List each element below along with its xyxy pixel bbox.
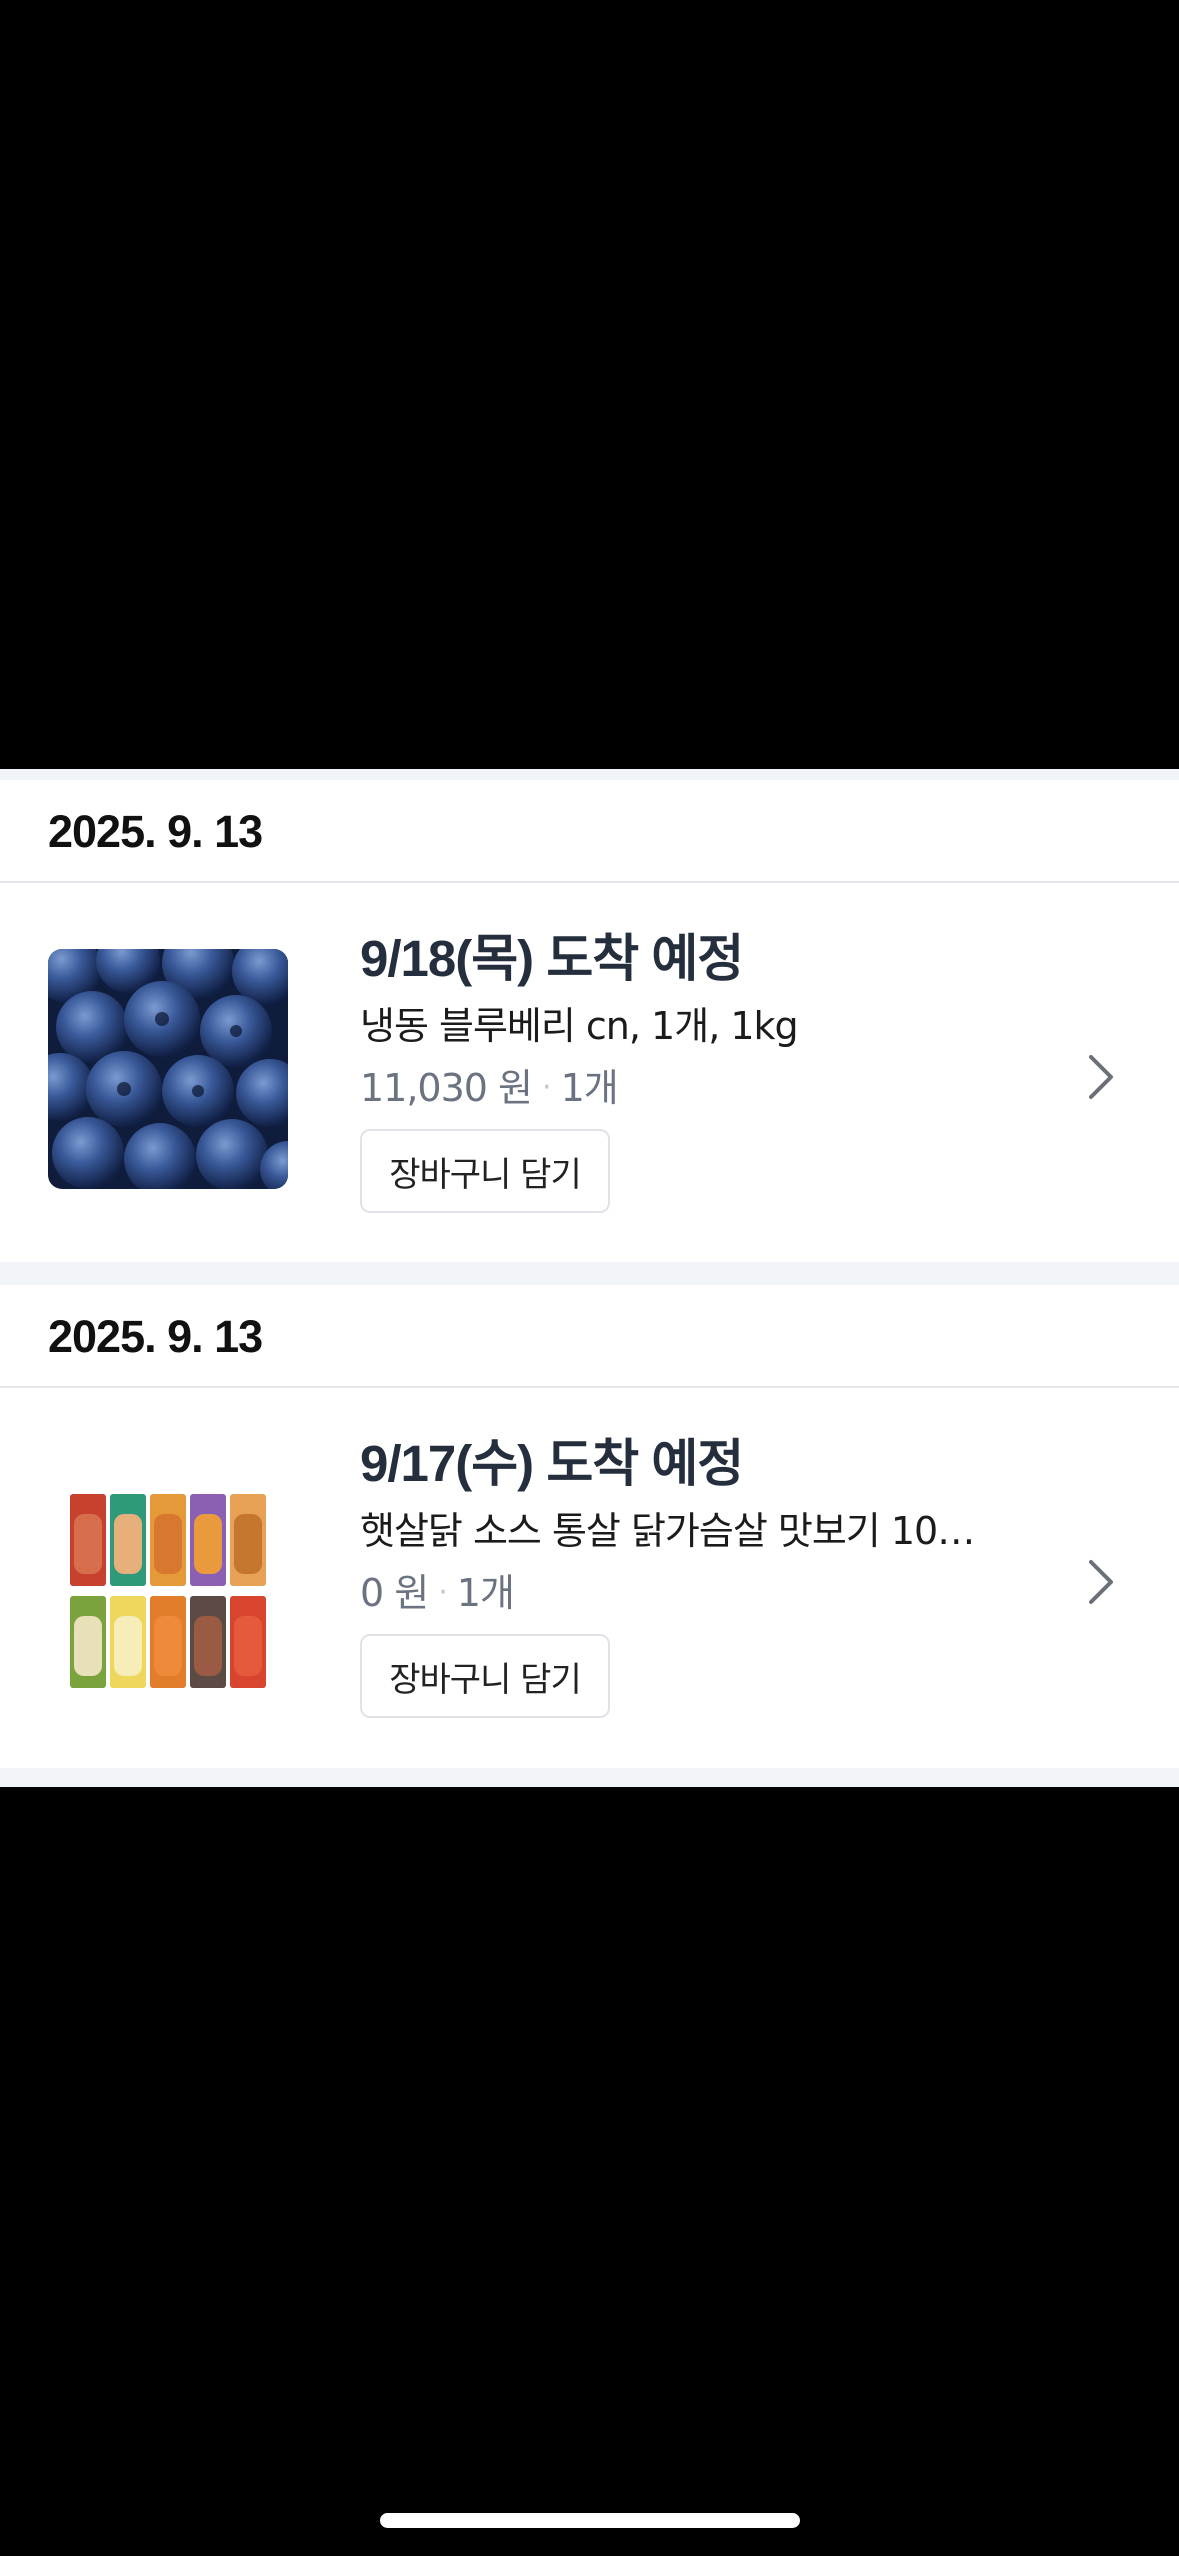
arrival-status: 9/17(수) 도착 예정 — [360, 1435, 744, 1492]
screen: 2025. 9. 13 9/18(목) 도착 예정 냉동 블루베리 cn, 1개… — [0, 0, 1179, 2556]
separator-dot: · — [438, 1574, 447, 1610]
separator-dot: · — [542, 1069, 551, 1105]
section-gap — [0, 1262, 1179, 1285]
order-info: 9/17(수) 도착 예정 햇살닭 소스 통살 닭가슴살 맛보기 10… 0 원… — [360, 1432, 1060, 1718]
quantity: 1개 — [456, 1571, 515, 1615]
product-name: 햇살닭 소스 통살 닭가슴살 맛보기 10… — [360, 1509, 975, 1553]
order-item-card[interactable]: 9/18(목) 도착 예정 냉동 블루베리 cn, 1개, 1kg 11,030… — [0, 883, 1179, 1262]
order-info: 9/18(목) 도착 예정 냉동 블루베리 cn, 1개, 1kg 11,030… — [360, 927, 1060, 1213]
price: 0 원 — [360, 1571, 429, 1615]
order-history-list: 2025. 9. 13 9/18(목) 도착 예정 냉동 블루베리 cn, 1개… — [0, 769, 1179, 1787]
product-name: 냉동 블루베리 cn, 1개, 1kg — [360, 1004, 799, 1048]
home-indicator[interactable] — [380, 2513, 800, 2528]
price-quantity: 11,030 원 · 1개 — [360, 1061, 1060, 1115]
order-item-card[interactable]: 9/17(수) 도착 예정 햇살닭 소스 통살 닭가슴살 맛보기 10… 0 원… — [0, 1388, 1179, 1768]
order-date: 2025. 9. 13 — [48, 805, 263, 857]
section-gap — [0, 769, 1179, 780]
section-gap — [0, 1768, 1179, 1784]
chevron-right-icon[interactable] — [1081, 1049, 1121, 1105]
order-date-header: 2025. 9. 13 — [0, 1285, 1179, 1388]
quantity: 1개 — [560, 1066, 619, 1110]
chevron-right-icon[interactable] — [1081, 1554, 1121, 1610]
price-quantity: 0 원 · 1개 — [360, 1566, 1060, 1620]
add-to-cart-button[interactable]: 장바구니 담기 — [360, 1129, 610, 1213]
order-date-header: 2025. 9. 13 — [0, 780, 1179, 883]
order-date: 2025. 9. 13 — [48, 1310, 263, 1362]
blueberry-product-image — [48, 949, 288, 1189]
product-thumbnail[interactable] — [48, 1454, 288, 1694]
price: 11,030 원 — [360, 1066, 533, 1110]
product-thumbnail[interactable] — [48, 949, 288, 1189]
arrival-status: 9/18(목) 도착 예정 — [360, 930, 744, 987]
add-to-cart-button[interactable]: 장바구니 담기 — [360, 1634, 610, 1718]
chicken-breast-product-image — [48, 1454, 288, 1694]
